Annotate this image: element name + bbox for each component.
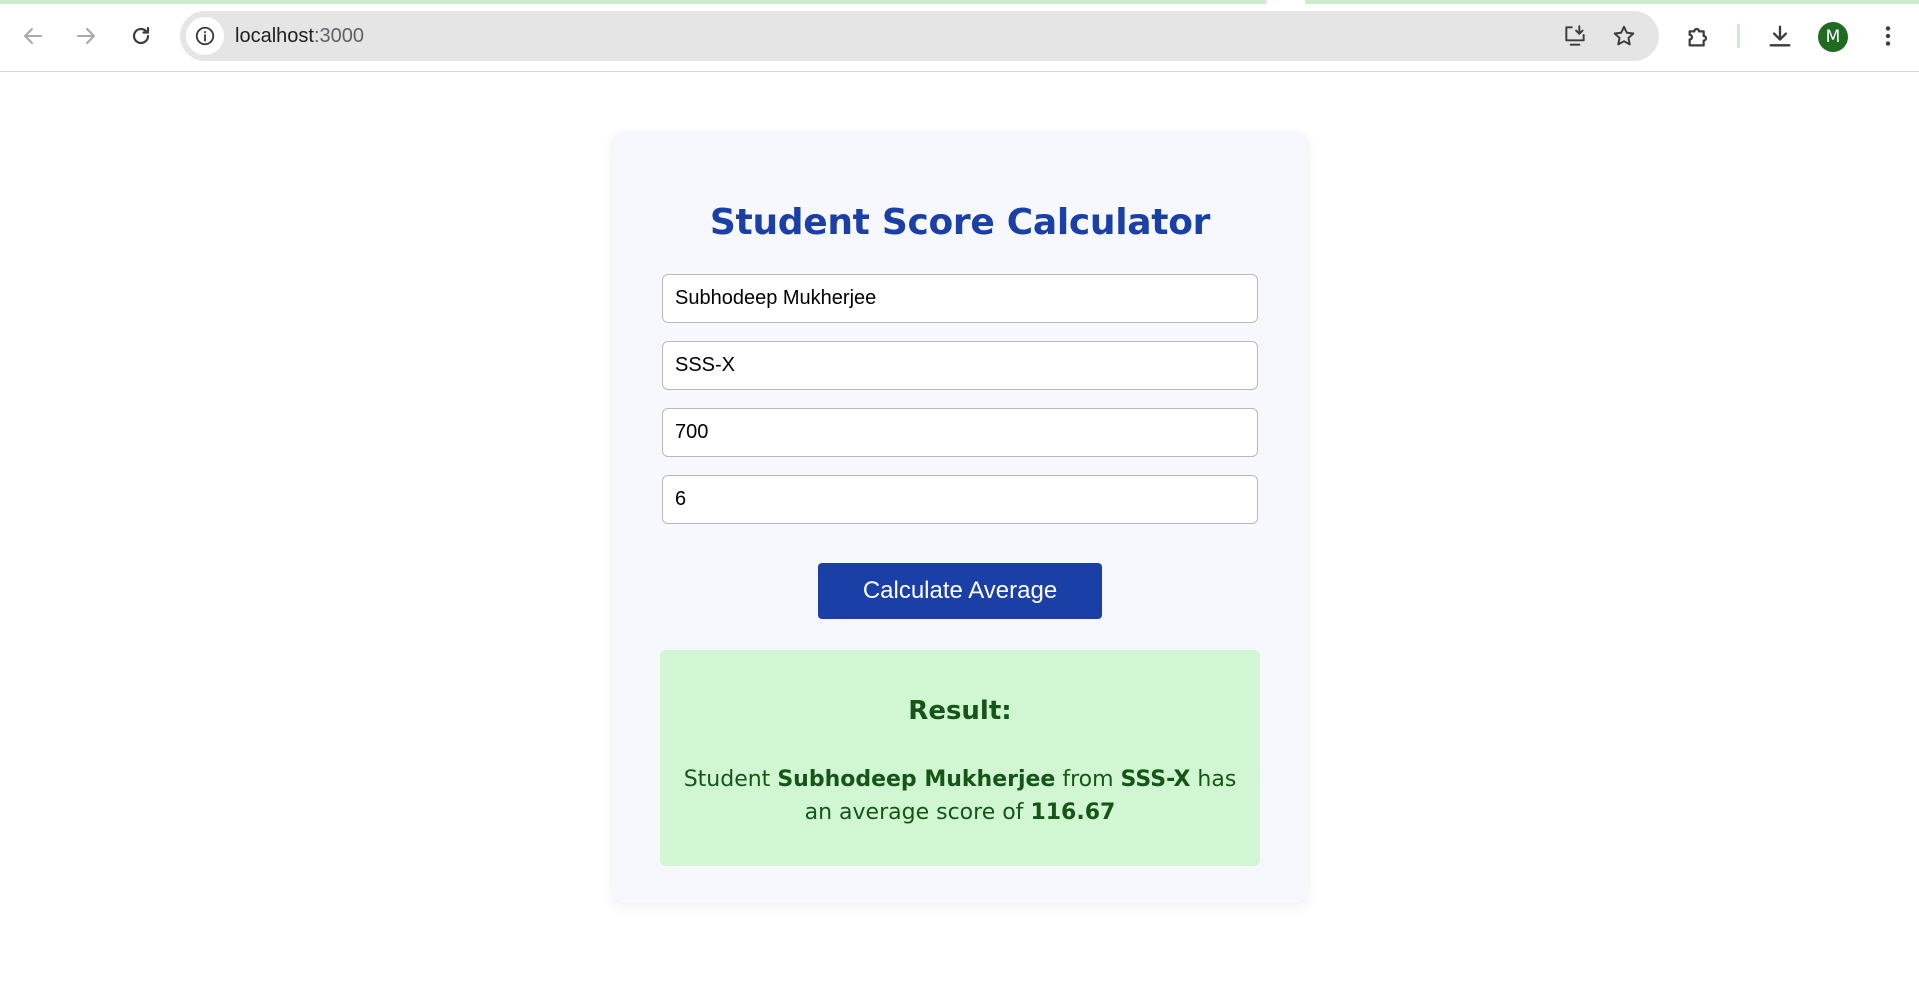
profile-avatar[interactable]: M [1818,22,1848,52]
calculate-average-button[interactable]: Calculate Average [818,563,1102,619]
subjects-count-input[interactable] [662,475,1258,524]
result-student-name: Subhodeep Mukherjee [777,767,1056,792]
install-app-icon [1565,25,1585,46]
back-button[interactable] [15,18,51,54]
browser-menu-button[interactable] [1870,18,1906,54]
toolbar-divider [1737,24,1740,48]
downloads-button[interactable] [1762,18,1798,54]
result-class-name: SSS-X [1120,767,1191,792]
calculator-card: Student Score Calculator Calculate Avera… [612,132,1308,903]
total-score-input[interactable] [662,408,1258,457]
extensions-button[interactable] [1681,18,1717,54]
arrow-left-icon [24,28,42,44]
page-load-progress [0,0,1919,4]
forward-button[interactable] [68,18,104,54]
bookmark-button[interactable] [1610,22,1638,50]
star-icon [1613,25,1635,46]
download-icon [1769,25,1791,47]
install-app-button[interactable] [1561,22,1589,50]
url-host: localhost [235,25,314,47]
result-message: Student Subhodeep Mukherjee from SSS-X h… [680,763,1240,829]
student-name-input[interactable] [662,274,1258,323]
result-average-value: 116.67 [1030,800,1116,825]
reload-icon [132,26,150,45]
url-port: :3000 [313,25,364,47]
result-prefix: Student [683,767,771,792]
class-input[interactable] [662,341,1258,390]
result-panel: Result: Student Subhodeep Mukherjee from… [660,650,1260,866]
arrow-right-icon [77,28,95,44]
browser-toolbar: localhost:3000 M [0,0,1919,72]
address-bar[interactable]: localhost:3000 [180,11,1659,61]
url-text[interactable]: localhost:3000 [235,25,364,48]
reload-button[interactable] [123,18,159,54]
result-heading: Result: [908,696,1012,726]
info-icon [195,26,215,46]
site-info-button[interactable] [186,17,224,55]
puzzle-icon [1688,27,1708,47]
more-vert-icon [1885,26,1891,46]
page-title: Student Score Calculator [709,202,1211,243]
result-from-word: from [1062,767,1114,792]
